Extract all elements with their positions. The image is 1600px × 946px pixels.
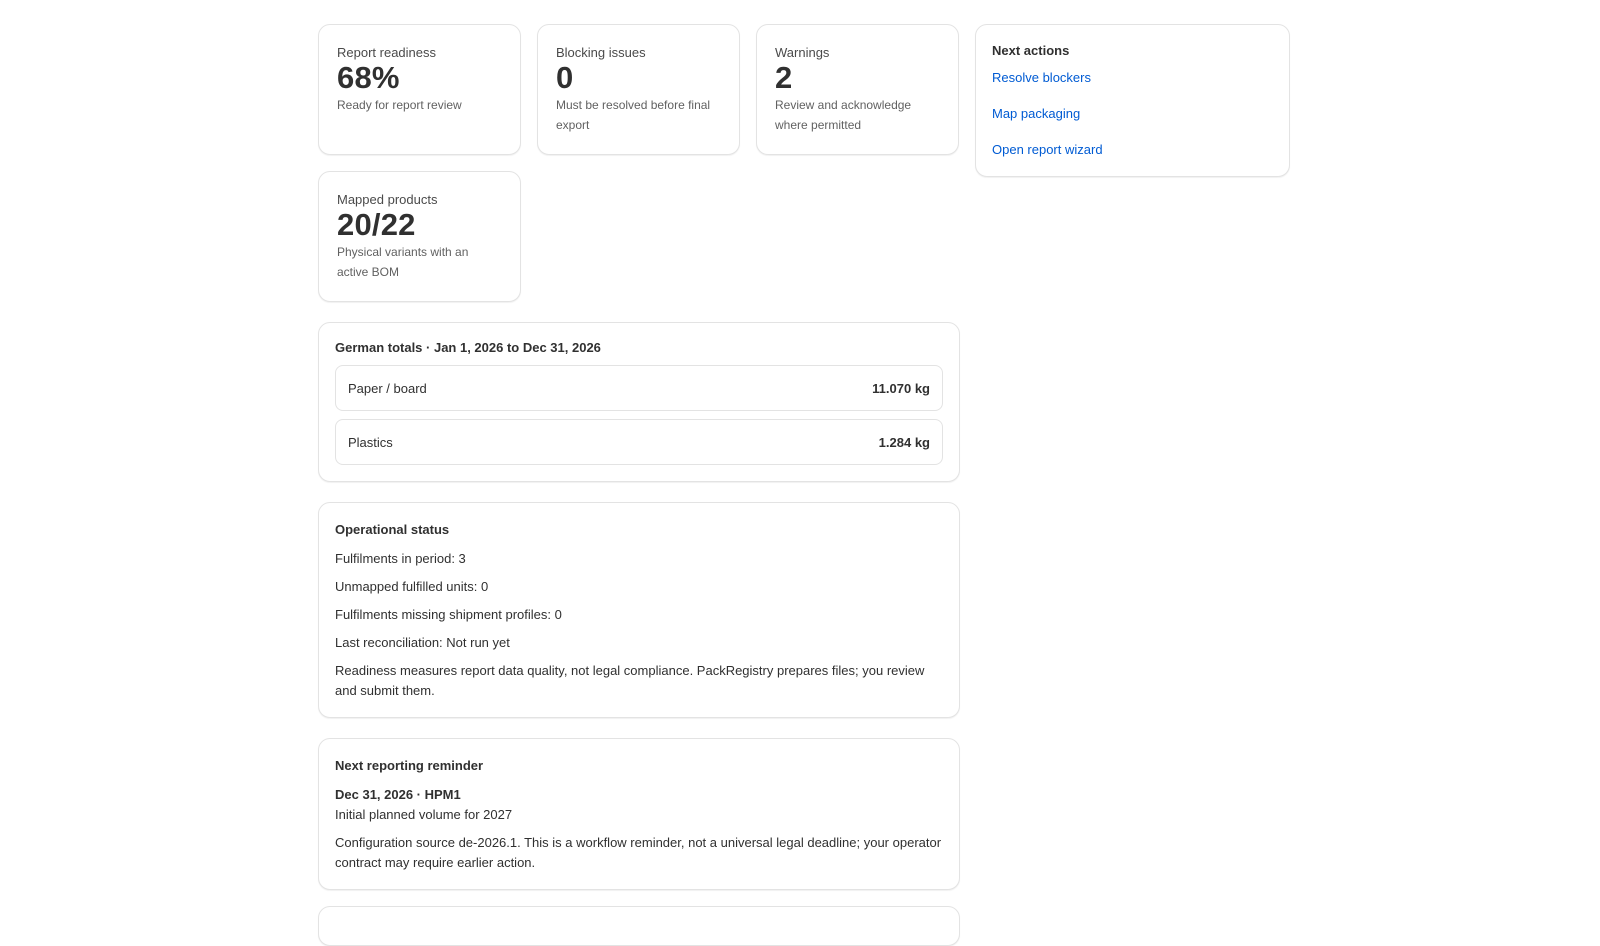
metric-card-blocking-issues: Blocking issues 0 Must be resolved befor… (537, 24, 740, 155)
open-report-wizard-link[interactable]: Open report wizard (992, 141, 1273, 159)
metric-description: Review and acknowledge where permitted (775, 98, 912, 132)
next-actions-title: Next actions (992, 43, 1070, 58)
metric-description: Ready for report review (337, 98, 462, 112)
metric-label: Mapped products (337, 192, 438, 207)
status-line-last-reconciliation: Last reconciliation: Not run yet (335, 635, 510, 650)
metric-value: 0 (556, 60, 574, 95)
metric-card-report-readiness: Report readiness 68% Ready for report re… (318, 24, 521, 155)
metric-label: Warnings (775, 45, 830, 60)
total-row-label: Paper / board (348, 380, 427, 396)
metric-label: Blocking issues (556, 45, 646, 60)
metric-label: Report readiness (337, 45, 436, 60)
partial-card (318, 906, 960, 946)
reminder-date-headline: Dec 31, 2026 · HPM1 (335, 787, 461, 802)
metric-value: 2 (775, 60, 793, 95)
main-column: Report readiness 68% Ready for report re… (318, 24, 960, 946)
total-row-paper-board: Paper / board 11.070 kg (335, 365, 943, 411)
map-packaging-link[interactable]: Map packaging (992, 105, 1273, 123)
metric-card-mapped-products: Mapped products 20/22 Physical variants … (318, 171, 521, 302)
reminder-description: Initial planned volume for 2027 (335, 807, 513, 822)
side-column: Next actions Resolve blockers Map packag… (975, 24, 1290, 177)
status-line-unmapped-units: Unmapped fulfilled units: 0 (335, 579, 489, 594)
operational-status-title: Operational status (335, 522, 450, 537)
metric-value: 20/22 (337, 207, 416, 242)
total-row-label: Plastics (348, 434, 393, 450)
reminder-note: Configuration source de-2026.1. This is … (335, 835, 942, 870)
german-totals-card: German totals · Jan 1, 2026 to Dec 31, 2… (318, 322, 960, 482)
status-line-fulfilments: Fulfilments in period: 3 (335, 551, 466, 566)
metric-card-warnings: Warnings 2 Review and acknowledge where … (756, 24, 959, 155)
reminder-title: Next reporting reminder (335, 758, 484, 773)
german-totals-title: German totals · Jan 1, 2026 to Dec 31, 2… (335, 340, 601, 355)
status-line-missing-profiles: Fulfilments missing shipment profiles: 0 (335, 607, 562, 622)
metric-grid: Report readiness 68% Ready for report re… (318, 24, 960, 302)
next-reporting-reminder-card: Next reporting reminder Dec 31, 2026 · H… (318, 738, 960, 890)
metric-value: 68% (337, 60, 400, 95)
next-actions-card: Next actions Resolve blockers Map packag… (975, 24, 1290, 177)
operational-status-card: Operational status Fulfilments in period… (318, 502, 960, 718)
total-row-value: 1.284 kg (878, 434, 930, 450)
total-row-plastics: Plastics 1.284 kg (335, 419, 943, 465)
metric-description: Must be resolved before final export (556, 98, 711, 132)
readiness-disclaimer: Readiness measures report data quality, … (335, 663, 925, 698)
resolve-blockers-link[interactable]: Resolve blockers (992, 69, 1273, 87)
metric-description: Physical variants with an active BOM (337, 245, 469, 279)
total-row-value: 11.070 kg (872, 380, 930, 396)
